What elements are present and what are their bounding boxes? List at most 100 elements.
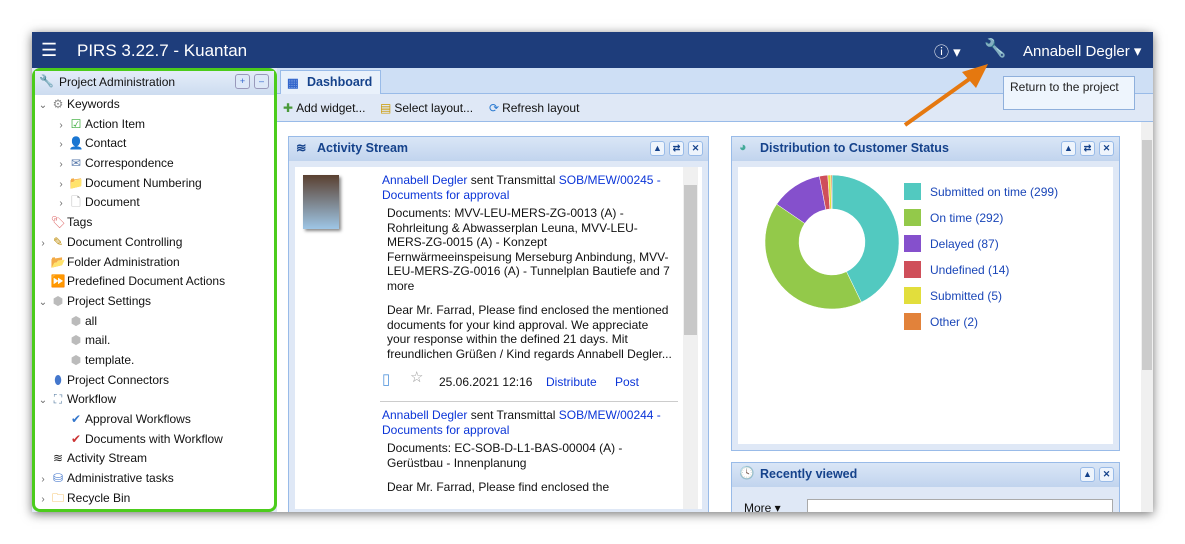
tree-item-workflow[interactable]: ⌄ ⛶ Workflow [35,390,274,410]
tree-item-label: all [85,313,98,328]
chevron-right-icon[interactable]: › [55,155,67,175]
chevron-right-icon[interactable]: › [37,234,49,254]
label: Refresh layout [502,101,580,115]
tree-item-template[interactable]: ⬢ template. [35,351,274,371]
refresh-layout-button[interactable]: ⟳ Refresh layout [489,101,579,115]
activity-list: Annabell Degler sent Transmittal SOB/MEW… [295,167,702,509]
legend-label: Submitted (5) [930,289,1003,303]
more-button[interactable]: More ▾ [744,501,781,512]
wrench-icon[interactable]: 🔧 [984,38,1006,59]
legend-swatch [904,261,921,278]
document-icon[interactable]: ▯ [382,371,390,388]
tab-dashboard[interactable]: ▦ Dashboard [280,70,382,94]
tree-item-documents-with-workflow[interactable]: ✔ Documents with Workflow [35,430,274,450]
tree-item-label: mail. [85,333,111,348]
refresh-icon: ⟳ [489,101,500,115]
tree-item-mail[interactable]: ⬢ mail. [35,331,274,351]
collapse-panel-button[interactable]: – [254,74,269,89]
chevron-down-icon[interactable]: ⌄ [37,391,49,411]
tree-item-document-controlling[interactable]: › ✎ Document Controlling [35,233,274,253]
recent-search-input[interactable] [807,499,1113,512]
star-icon[interactable]: ☆ [410,370,423,386]
tree-item-approval-workflows[interactable]: ✔ Approval Workflows [35,410,274,430]
chevron-down-icon[interactable]: ⌄ [37,293,49,313]
user-link[interactable]: Annabell Degler [382,408,467,422]
forward-icon: ⏩ [50,274,66,289]
hamburger-icon[interactable]: ☰ [41,40,57,61]
tree-item-action-item[interactable]: › ☑ Action Item [35,115,274,135]
tree-item-administrative-tasks[interactable]: › ⛁ Administrative tasks [35,469,274,489]
tree-item-recycle-bin[interactable]: › 🗀 Recycle Bin [35,489,274,509]
verb: sent Transmittal [467,173,559,187]
tree-item-keywords[interactable]: ⌄ ⚙ Keywords [35,95,274,115]
widget-header: ≋ Activity Stream ▲ ⇄ ✕ [289,137,708,161]
checkmark-icon: ☑ [70,116,82,131]
scroll-thumb[interactable] [1142,140,1152,370]
close-button[interactable]: ✕ [688,141,703,156]
tree-item-activity-stream[interactable]: ≋ Activity Stream [35,449,274,469]
legend-label: On time (292) [930,211,1004,225]
chevron-right-icon[interactable]: › [55,194,67,214]
legend-label: Other (2) [930,315,979,329]
chevron-down-icon[interactable]: ⌄ [37,96,49,116]
tree-item-document-numbering[interactable]: › 📁 Document Numbering [35,174,274,194]
cube-icon: ⬢ [70,352,82,367]
close-button[interactable]: ✕ [1099,467,1114,482]
chevron-right-icon[interactable]: › [37,490,49,510]
post-link[interactable]: Post [615,375,639,390]
refresh-button[interactable]: ⇄ [1080,141,1095,156]
tree-item-label: Project Settings [67,293,152,308]
legend-item[interactable]: On time (292) [904,209,1004,226]
tree-item-tags[interactable]: 🏷Tags [35,213,274,233]
legend-item[interactable]: Undefined (14) [904,261,1009,278]
collapse-button[interactable]: ▲ [1080,467,1095,482]
clock-icon: 🕓 [739,466,755,480]
tree-item-project-settings[interactable]: ⌄ ⬢ Project Settings [35,292,274,312]
header: ☰ PIRS 3.22.7 - Kuantan ⓘ ▾ 🔧 Annabell D… [32,32,1153,68]
slice-on-time[interactable] [764,203,862,310]
tree-item-correspondence[interactable]: › ✉ Correspondence [35,154,274,174]
label: More [744,501,772,512]
tree-item-predefined-document-actions[interactable]: ⏩ Predefined Document Actions [35,272,274,292]
documents-text: Documents: EC-SOB-D-L1-BAS-00004 (A) - G… [387,441,623,470]
tree-item-project-connectors[interactable]: ⬮ Project Connectors [35,371,274,391]
chevron-right-icon[interactable]: › [37,470,49,490]
tree-item-document[interactable]: › 🗋 Document [35,193,274,213]
activity-scrollbar[interactable] [683,167,698,509]
item-actions: ▯ ☆ 25.06.2021 12:16 Distribute Post [382,370,672,393]
layout-icon: ▤ [380,101,392,115]
user-menu[interactable]: Annabell Degler ▾ [1023,42,1141,60]
distribute-link[interactable]: Distribute [546,375,597,390]
pencil-icon: ✎ [52,234,64,249]
pie-chart-icon: ◕ [739,140,747,154]
add-widget-button[interactable]: ✚ Add widget... [283,101,365,115]
document-icon: 🗋 [71,195,81,210]
panel-title: Project Administration [59,75,176,89]
chevron-right-icon[interactable]: › [55,175,67,195]
vertical-scrollbar[interactable] [1141,122,1153,512]
project-administration-panel: 🔧 Project Administration + – ⌄ ⚙ Keywords › ☑ A… [32,68,277,512]
select-layout-button[interactable]: ▤ Select layout... [380,101,473,115]
divider [380,401,678,402]
tree-item-label: Keywords [67,97,120,111]
help-icon[interactable]: ⓘ ▾ [934,41,961,62]
user-link[interactable]: Annabell Degler [382,173,467,187]
collapse-button[interactable]: ▲ [1061,141,1076,156]
tree-item-label: Contact [85,136,127,151]
refresh-button[interactable]: ⇄ [669,141,684,156]
label: Select layout... [394,101,474,115]
chevron-right-icon[interactable]: › [55,116,67,136]
legend-item[interactable]: Submitted on time (299) [904,183,1058,200]
tree-item-folder-administration[interactable]: 📂 Folder Administration [35,253,274,273]
chevron-right-icon[interactable]: › [55,135,67,155]
close-button[interactable]: ✕ [1099,141,1114,156]
tree-item-contact[interactable]: › 👤 Contact [35,134,274,154]
expand-all-button[interactable]: + [235,74,250,89]
scroll-thumb[interactable] [684,185,697,335]
puzzle-icon: ✚ [283,101,294,115]
tree-item-all[interactable]: ⬢ all [35,312,274,332]
legend-item[interactable]: Submitted (5) [904,287,1003,304]
legend-item[interactable]: Other (2) [904,313,979,330]
legend-item[interactable]: Delayed (87) [904,235,999,252]
collapse-button[interactable]: ▲ [650,141,665,156]
